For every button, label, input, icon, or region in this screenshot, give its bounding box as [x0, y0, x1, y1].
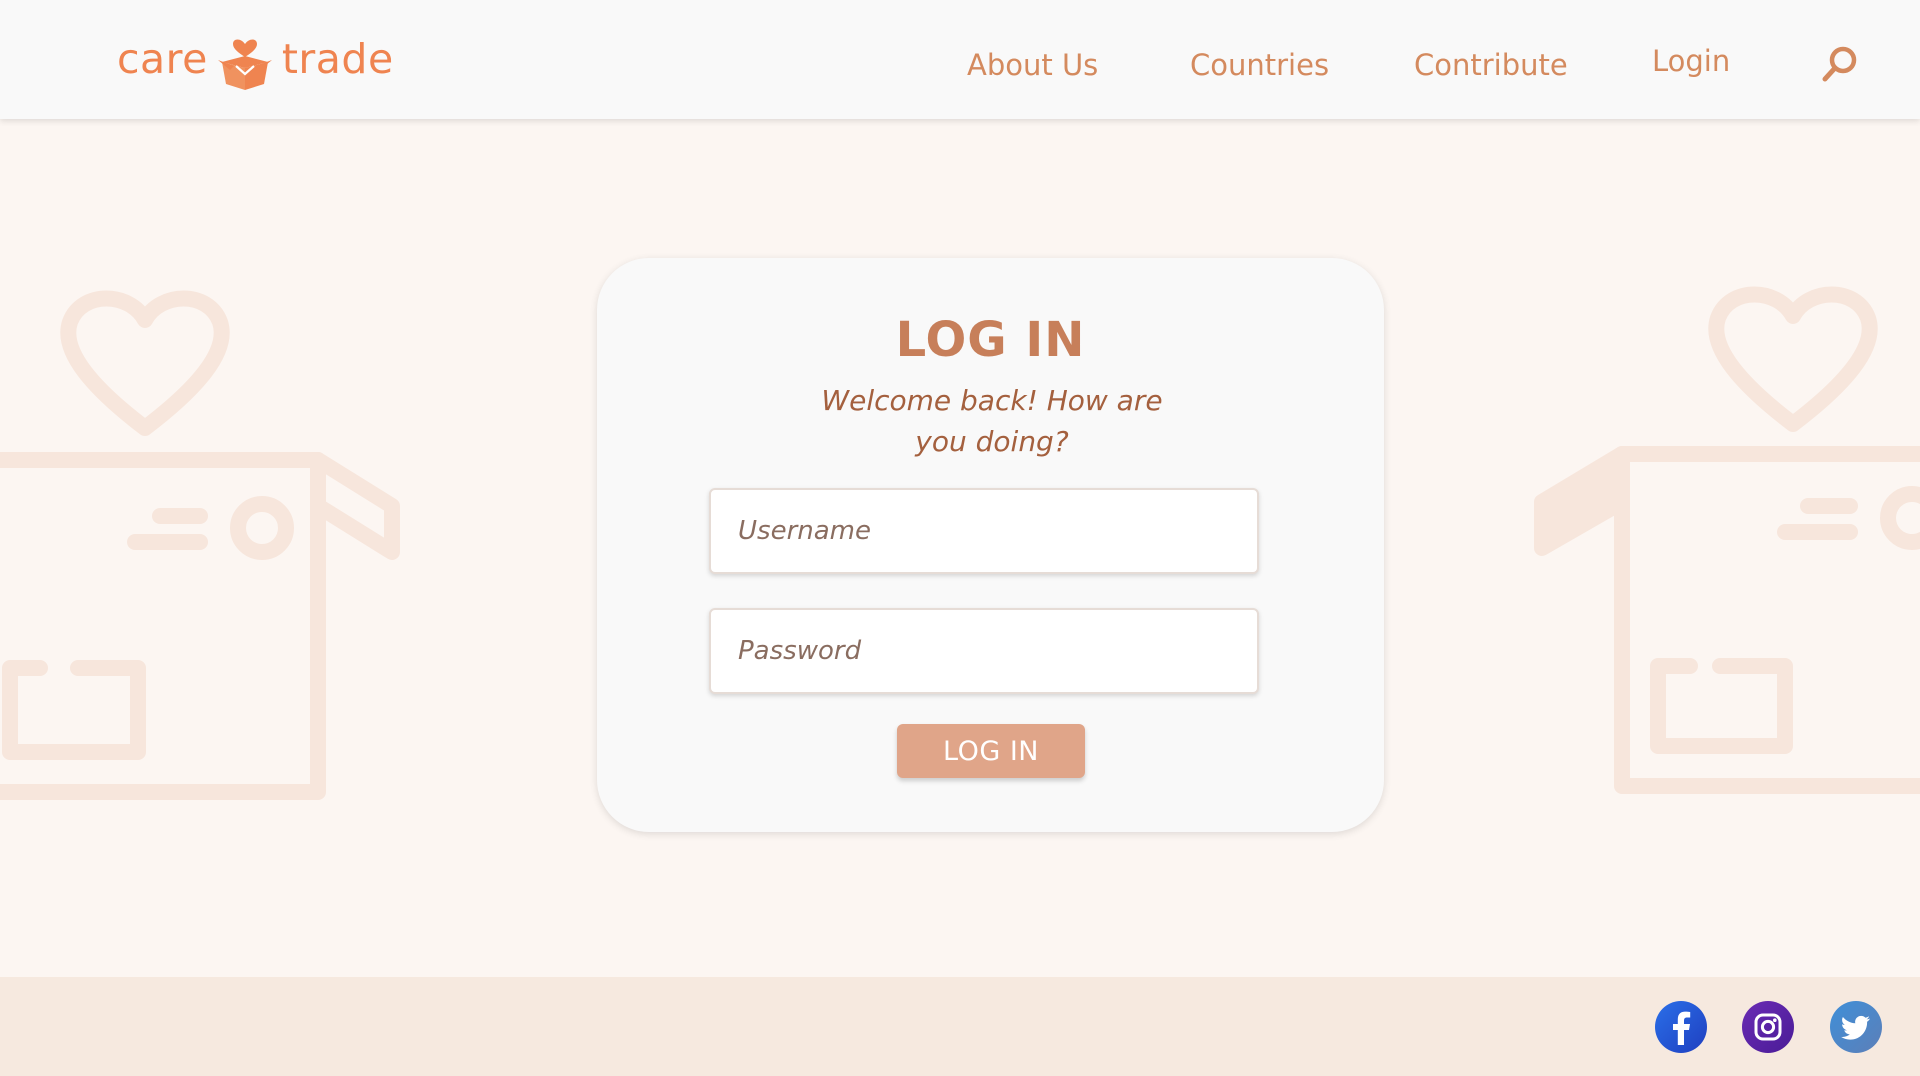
login-title: LOG IN: [895, 312, 1086, 368]
login-card: LOG IN Welcome back! How are you doing? …: [597, 258, 1384, 832]
username-input[interactable]: [709, 488, 1259, 574]
brand-logo[interactable]: care trade: [117, 24, 394, 94]
nav-login[interactable]: Login: [1652, 44, 1730, 78]
password-input[interactable]: [709, 608, 1259, 694]
facebook-link[interactable]: [1655, 1001, 1707, 1053]
search-button[interactable]: [1820, 44, 1860, 84]
instagram-link[interactable]: [1742, 1001, 1794, 1053]
nav-about-us[interactable]: About Us: [967, 48, 1098, 82]
heart-box-decoration-left-icon: [0, 290, 400, 800]
brand-word-care: care: [117, 35, 208, 83]
heart-box-decoration-right-icon: [1534, 286, 1920, 794]
site-footer: [0, 977, 1920, 1076]
nav-contribute[interactable]: Contribute: [1414, 48, 1568, 82]
site-header: care trade About Us Countries Contribute…: [0, 0, 1920, 119]
twitter-icon: [1841, 1015, 1870, 1040]
instagram-icon: [1754, 1013, 1782, 1041]
search-icon: [1822, 46, 1857, 82]
twitter-link[interactable]: [1830, 1001, 1882, 1053]
brand-word-trade: trade: [281, 35, 394, 83]
nav-countries[interactable]: Countries: [1190, 48, 1329, 82]
facebook-icon: [1673, 1011, 1691, 1045]
login-button[interactable]: LOG IN: [897, 724, 1085, 778]
login-subtitle: Welcome back! How are you doing?: [821, 384, 1163, 458]
heart-box-icon: [217, 39, 272, 90]
